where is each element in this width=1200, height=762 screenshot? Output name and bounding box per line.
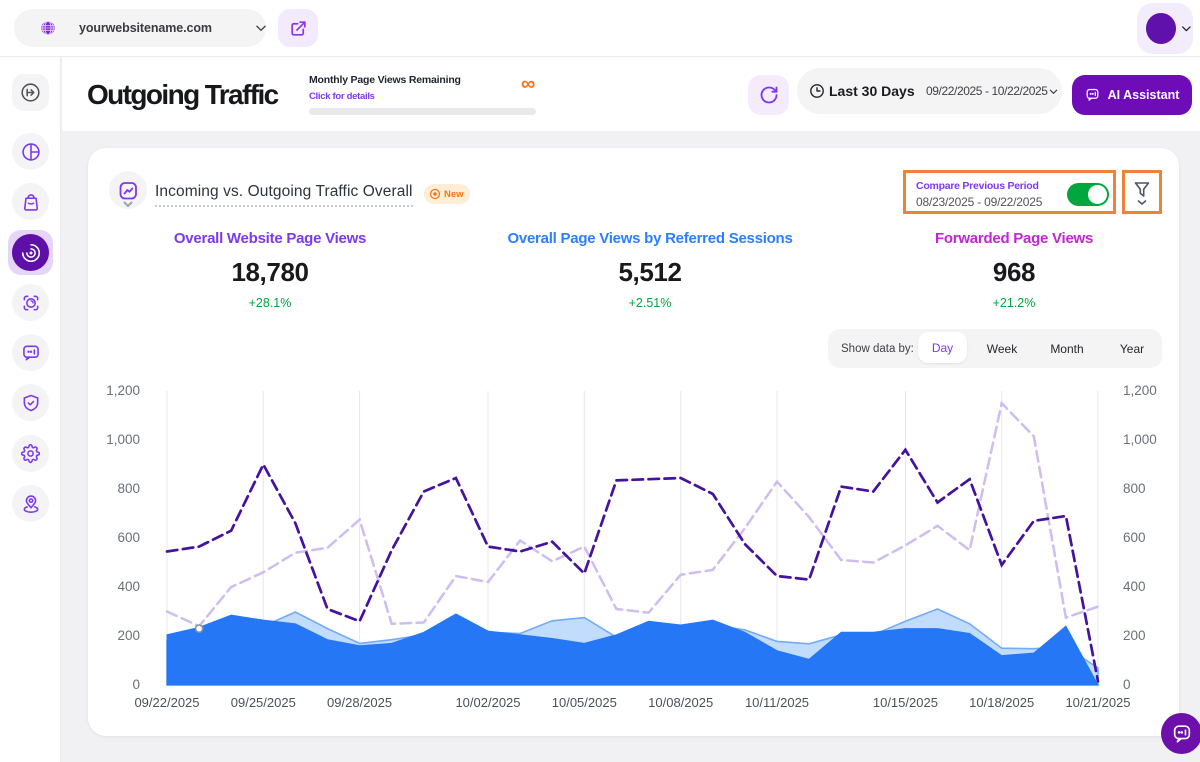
svg-text:1,200: 1,200: [106, 383, 140, 398]
svg-text:800: 800: [117, 481, 140, 496]
svg-text:0: 0: [1123, 677, 1131, 692]
svg-text:09/25/2025: 09/25/2025: [231, 695, 296, 710]
svg-text:10/21/2025: 10/21/2025: [1065, 695, 1130, 710]
svg-text:0: 0: [132, 677, 140, 692]
svg-text:10/02/2025: 10/02/2025: [455, 695, 520, 710]
svg-text:10/18/2025: 10/18/2025: [969, 695, 1034, 710]
svg-text:400: 400: [117, 579, 140, 594]
svg-text:1,000: 1,000: [106, 432, 140, 447]
svg-text:09/22/2025: 09/22/2025: [134, 695, 199, 710]
svg-text:10/08/2025: 10/08/2025: [648, 695, 713, 710]
svg-text:10/11/2025: 10/11/2025: [745, 695, 809, 710]
svg-text:1,200: 1,200: [1123, 383, 1157, 398]
svg-text:09/28/2025: 09/28/2025: [327, 695, 392, 710]
svg-text:200: 200: [1123, 628, 1146, 643]
svg-text:10/05/2025: 10/05/2025: [552, 695, 617, 710]
svg-text:1,000: 1,000: [1123, 432, 1157, 447]
svg-text:600: 600: [117, 530, 140, 545]
svg-text:800: 800: [1123, 481, 1146, 496]
svg-text:10/15/2025: 10/15/2025: [873, 695, 938, 710]
svg-text:200: 200: [117, 628, 140, 643]
svg-text:400: 400: [1123, 579, 1146, 594]
svg-text:600: 600: [1123, 530, 1146, 545]
